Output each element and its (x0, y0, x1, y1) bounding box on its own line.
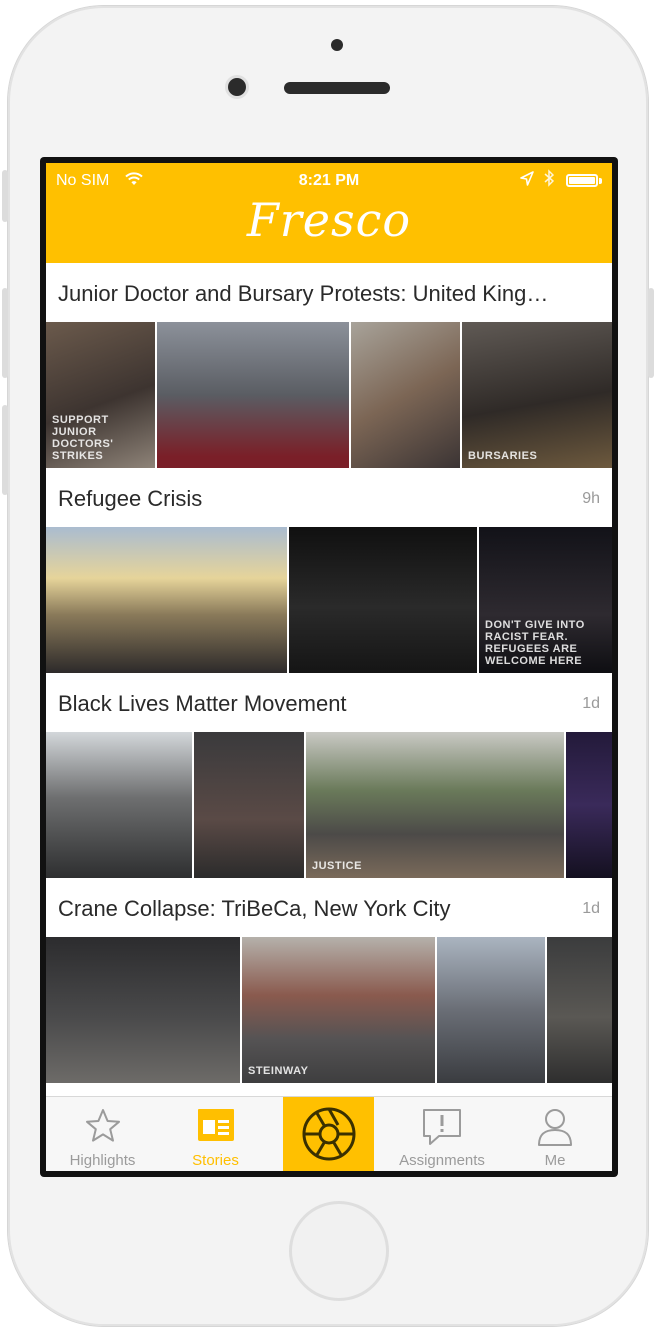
story-card[interactable]: Junior Doctor and Bursary Protests: Unit… (46, 263, 612, 468)
story-age: 9h (582, 490, 600, 507)
stories-icon (197, 1109, 234, 1141)
power-button[interactable] (648, 288, 654, 378)
tab-camera[interactable] (283, 1097, 374, 1171)
story-header[interactable]: Crane Collapse: TriBeCa, New York City 1… (46, 878, 612, 937)
location-arrow-icon (520, 171, 534, 192)
story-photo[interactable] (351, 322, 462, 468)
bluetooth-icon (544, 169, 555, 192)
photo-caption: BURSARIES (468, 450, 538, 462)
photo-caption: DON'T GIVE INTO RACIST FEAR. REFUGEES AR… (485, 619, 585, 667)
story-age: 1d (582, 695, 600, 712)
tab-stories[interactable]: Stories (159, 1097, 272, 1171)
story-photo[interactable]: SUPPORT JUNIOR DOCTORS' STRIKES (46, 322, 157, 468)
story-age: 1d (582, 900, 600, 917)
story-header[interactable]: Junior Doctor and Bursary Protests: Unit… (46, 263, 612, 322)
battery-icon (566, 174, 598, 187)
fresco-logo: Fresco (246, 193, 412, 247)
star-icon (85, 1109, 120, 1142)
camera-aperture-icon (302, 1107, 355, 1161)
photo-strip[interactable]: JUSTICE (46, 732, 612, 878)
story-photo[interactable]: STEINWAY (242, 937, 437, 1083)
tab-label: Me (544, 1152, 566, 1169)
story-photo[interactable] (157, 322, 351, 468)
story-photo[interactable] (566, 732, 612, 878)
tab-label: Stories (192, 1152, 239, 1169)
story-title: Crane Collapse: TriBeCa, New York City (58, 896, 451, 921)
tab-label: Assignments (399, 1152, 485, 1169)
status-bar: No SIM 8:21 PM (46, 163, 612, 197)
story-title: Junior Doctor and Bursary Protests: Unit… (58, 281, 549, 306)
mute-switch[interactable] (2, 170, 8, 222)
user-icon (538, 1109, 572, 1146)
story-photo[interactable] (46, 527, 289, 673)
photo-strip[interactable]: STEINWAY (46, 937, 612, 1083)
story-photo[interactable]: JUSTICE (306, 732, 566, 878)
home-button[interactable] (289, 1201, 389, 1301)
photo-strip[interactable]: SUPPORT JUNIOR DOCTORS' STRIKES BURSARIE… (46, 322, 612, 468)
volume-down-button[interactable] (2, 405, 8, 495)
photo-caption: JUSTICE (312, 860, 362, 872)
story-photo[interactable] (437, 937, 547, 1083)
photo-caption: STEINWAY (248, 1065, 309, 1077)
story-title: Black Lives Matter Movement (58, 691, 347, 716)
story-photo[interactable] (289, 527, 479, 673)
story-photo[interactable] (46, 937, 242, 1083)
photo-caption: SUPPORT JUNIOR DOCTORS' STRIKES (52, 414, 114, 462)
tab-assignments[interactable]: Assignments (386, 1097, 498, 1171)
story-header[interactable]: Black Lives Matter Movement 1d (46, 673, 612, 732)
volume-up-button[interactable] (2, 288, 8, 378)
tab-me[interactable]: Me (498, 1097, 612, 1171)
battery-tip (599, 178, 602, 184)
tab-highlights[interactable]: Highlights (46, 1097, 159, 1171)
front-camera (228, 78, 246, 96)
tab-bar: Highlights Stories Assignments Me (46, 1096, 612, 1171)
story-card[interactable]: Black Lives Matter Movement 1d JUSTICE (46, 673, 612, 878)
proximity-sensor (331, 39, 343, 51)
story-photo[interactable]: BURSARIES (462, 322, 612, 468)
assignment-speech-icon (423, 1109, 461, 1145)
navigation-bar: No SIM 8:21 PM Fresco (46, 163, 612, 264)
story-header[interactable]: Refugee Crisis 9h (46, 468, 612, 527)
story-card[interactable]: Crane Collapse: TriBeCa, New York City 1… (46, 878, 612, 1083)
stories-feed[interactable]: Junior Doctor and Bursary Protests: Unit… (46, 263, 612, 1096)
story-photo[interactable]: DON'T GIVE INTO RACIST FEAR. REFUGEES AR… (479, 527, 612, 673)
story-card[interactable]: Refugee Crisis 9h DON'T GIVE INTO RACIST… (46, 468, 612, 673)
story-photo[interactable] (547, 937, 612, 1083)
app-display: No SIM 8:21 PM Fresco Junior Doctor and … (46, 163, 612, 1171)
tab-label: Highlights (69, 1152, 136, 1169)
photo-strip[interactable]: DON'T GIVE INTO RACIST FEAR. REFUGEES AR… (46, 527, 612, 673)
story-photo[interactable] (46, 732, 194, 878)
earpiece-speaker (284, 82, 390, 94)
story-photo[interactable] (194, 732, 306, 878)
story-title: Refugee Crisis (58, 486, 203, 511)
